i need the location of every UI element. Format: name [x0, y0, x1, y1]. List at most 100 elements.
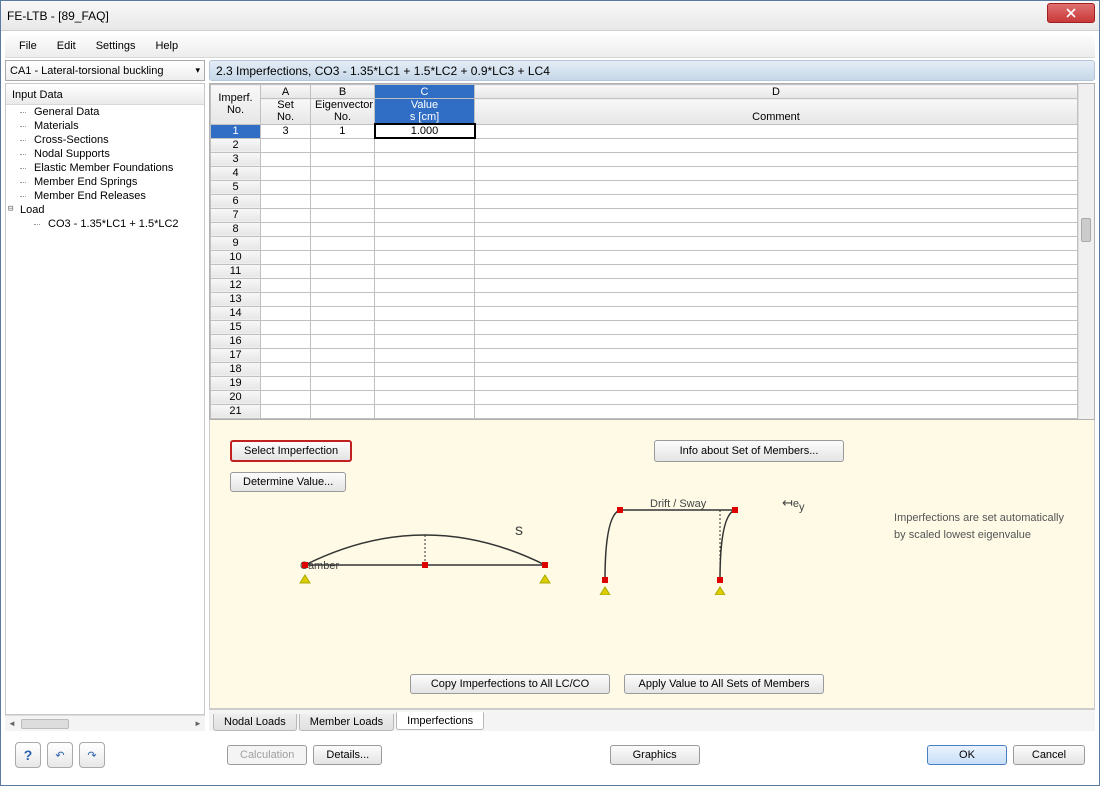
tab-member-loads[interactable]: Member Loads	[299, 714, 394, 731]
close-button[interactable]	[1047, 3, 1095, 23]
details-button[interactable]: Details...	[313, 745, 382, 765]
cell-eigv[interactable]	[311, 348, 375, 362]
cell-value[interactable]	[375, 306, 475, 320]
cell-set[interactable]	[261, 222, 311, 236]
cell-value[interactable]	[375, 236, 475, 250]
cell-value[interactable]: 1.000	[375, 124, 475, 138]
cancel-button[interactable]: Cancel	[1013, 745, 1085, 765]
cell-set[interactable]	[261, 362, 311, 376]
cell-value[interactable]	[375, 264, 475, 278]
cell-comment[interactable]	[475, 236, 1078, 250]
scroll-thumb[interactable]	[21, 719, 69, 729]
cell-value[interactable]	[375, 376, 475, 390]
cell-eigv[interactable]	[311, 320, 375, 334]
tree-materials[interactable]: Materials	[6, 119, 204, 133]
row-number[interactable]: 12	[211, 278, 261, 292]
cell-value[interactable]	[375, 166, 475, 180]
cell-eigv[interactable]	[311, 278, 375, 292]
cell-set[interactable]	[261, 404, 311, 418]
cell-value[interactable]	[375, 362, 475, 376]
cell-comment[interactable]	[475, 306, 1078, 320]
tab-nodal-loads[interactable]: Nodal Loads	[213, 714, 297, 731]
tab-imperfections[interactable]: Imperfections	[396, 712, 484, 730]
cell-comment[interactable]	[475, 348, 1078, 362]
tree-member-end-releases[interactable]: Member End Releases	[6, 189, 204, 203]
row-number[interactable]: 18	[211, 362, 261, 376]
table-row[interactable]: 20	[211, 390, 1078, 404]
row-number[interactable]: 11	[211, 264, 261, 278]
table-row[interactable]: 15	[211, 320, 1078, 334]
cell-eigv[interactable]	[311, 362, 375, 376]
cell-eigv[interactable]	[311, 306, 375, 320]
row-number[interactable]: 17	[211, 348, 261, 362]
cell-comment[interactable]	[475, 166, 1078, 180]
cell-eigv[interactable]	[311, 152, 375, 166]
table-row[interactable]: 10	[211, 250, 1078, 264]
menu-file[interactable]: File	[9, 37, 47, 55]
cell-set[interactable]	[261, 180, 311, 194]
menu-edit[interactable]: Edit	[47, 37, 86, 55]
table-row[interactable]: 3	[211, 152, 1078, 166]
tree-general-data[interactable]: General Data	[6, 105, 204, 119]
menu-help[interactable]: Help	[145, 37, 188, 55]
tree-hscroll[interactable]: ◄ ►	[5, 715, 205, 731]
table-row[interactable]: 4	[211, 166, 1078, 180]
apply-value-button[interactable]: Apply Value to All Sets of Members	[624, 674, 824, 694]
col-d[interactable]: D	[475, 85, 1078, 99]
cell-eigv[interactable]	[311, 222, 375, 236]
cell-comment[interactable]	[475, 320, 1078, 334]
cell-comment[interactable]	[475, 208, 1078, 222]
cell-value[interactable]	[375, 208, 475, 222]
cell-set[interactable]	[261, 166, 311, 180]
row-number[interactable]: 19	[211, 376, 261, 390]
table-row[interactable]: 14	[211, 306, 1078, 320]
cell-comment[interactable]	[475, 292, 1078, 306]
row-number[interactable]: 3	[211, 152, 261, 166]
col-b[interactable]: B	[311, 85, 375, 99]
cell-comment[interactable]	[475, 250, 1078, 264]
determine-value-button[interactable]: Determine Value...	[230, 472, 346, 492]
tree-load[interactable]: Load	[6, 203, 204, 217]
ok-button[interactable]: OK	[927, 745, 1007, 765]
tree-load-co3[interactable]: CO3 - 1.35*LC1 + 1.5*LC2	[6, 217, 204, 231]
cell-set[interactable]	[261, 236, 311, 250]
case-combo[interactable]: CA1 - Lateral-torsional buckling	[5, 60, 205, 81]
cell-value[interactable]	[375, 138, 475, 152]
table-row[interactable]: 13	[211, 292, 1078, 306]
table-row[interactable]: 11	[211, 264, 1078, 278]
cell-eigv[interactable]	[311, 194, 375, 208]
row-number[interactable]: 15	[211, 320, 261, 334]
scroll-left-icon[interactable]: ◄	[5, 719, 19, 728]
cell-eigv[interactable]	[311, 334, 375, 348]
cell-comment[interactable]	[475, 334, 1078, 348]
row-number[interactable]: 7	[211, 208, 261, 222]
cell-comment[interactable]	[475, 124, 1078, 138]
table-row[interactable]: 12	[211, 278, 1078, 292]
cell-value[interactable]	[375, 292, 475, 306]
col-c[interactable]: C	[375, 85, 475, 99]
cell-set[interactable]	[261, 194, 311, 208]
cell-comment[interactable]	[475, 152, 1078, 166]
cell-eigv[interactable]	[311, 292, 375, 306]
cell-set[interactable]	[261, 390, 311, 404]
cell-comment[interactable]	[475, 194, 1078, 208]
cell-set[interactable]	[261, 264, 311, 278]
table-row[interactable]: 7	[211, 208, 1078, 222]
row-number[interactable]: 20	[211, 390, 261, 404]
cell-set[interactable]	[261, 348, 311, 362]
cell-comment[interactable]	[475, 278, 1078, 292]
row-number[interactable]: 6	[211, 194, 261, 208]
cell-value[interactable]	[375, 152, 475, 166]
table-row[interactable]: 5	[211, 180, 1078, 194]
cell-eigv[interactable]	[311, 264, 375, 278]
cell-eigv[interactable]	[311, 390, 375, 404]
cell-comment[interactable]	[475, 404, 1078, 418]
cell-value[interactable]	[375, 222, 475, 236]
scroll-right-icon[interactable]: ►	[191, 719, 205, 728]
prev-button[interactable]: ↶	[47, 742, 73, 768]
cell-set[interactable]	[261, 334, 311, 348]
cell-value[interactable]	[375, 320, 475, 334]
cell-set[interactable]	[261, 208, 311, 222]
copy-imperfections-button[interactable]: Copy Imperfections to All LC/CO	[410, 674, 610, 694]
cell-value[interactable]	[375, 390, 475, 404]
